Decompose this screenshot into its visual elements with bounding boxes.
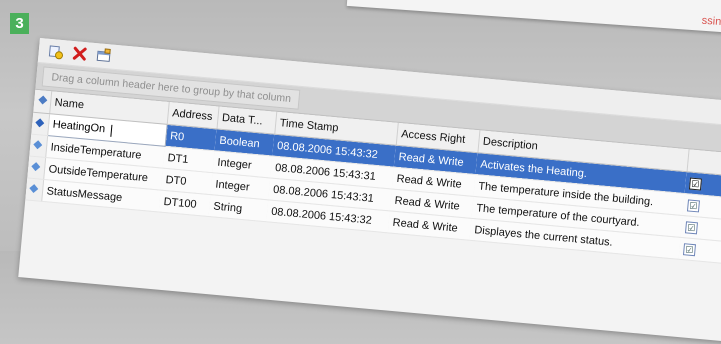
current-row-icon xyxy=(35,117,45,130)
variable-icon xyxy=(33,139,43,152)
name-input-value[interactable]: HeatingOn xyxy=(52,119,105,136)
pin-icon xyxy=(38,95,48,108)
delete-icon[interactable] xyxy=(70,44,90,64)
variable-icon xyxy=(31,161,41,174)
properties-icon[interactable] xyxy=(94,46,114,66)
data-type-cell[interactable]: String xyxy=(208,194,269,222)
text-cursor xyxy=(110,124,113,137)
address-cell[interactable]: DT100 xyxy=(158,190,211,217)
document-fragment-text: ssing... xyxy=(701,14,721,30)
row-checkbox[interactable]: ☑ xyxy=(688,176,703,191)
variable-icon xyxy=(29,183,39,196)
row-checkbox[interactable]: ☑ xyxy=(683,242,697,256)
add-icon[interactable] xyxy=(46,42,66,62)
background-document: ssing... xyxy=(346,0,721,36)
variables-grid-window: Drag a column header here to group by th… xyxy=(18,38,721,344)
row-checkbox[interactable]: ☑ xyxy=(685,220,699,234)
row-checkbox[interactable]: ☑ xyxy=(686,198,701,212)
checkbox-cell[interactable]: ☑ xyxy=(678,237,721,267)
step-badge: 3 xyxy=(10,13,29,34)
